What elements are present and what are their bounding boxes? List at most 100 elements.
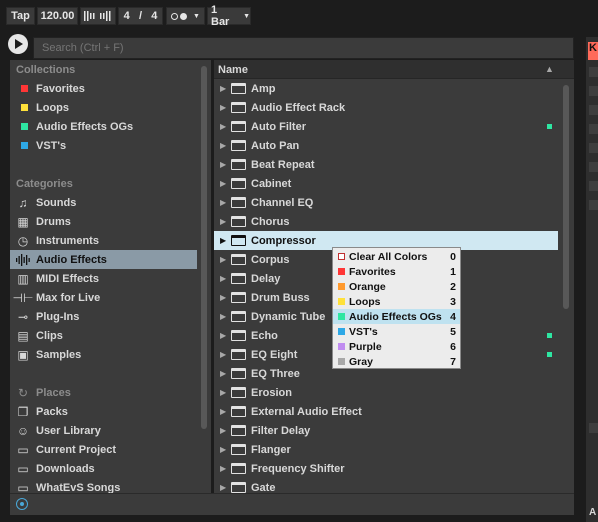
sidebar-item-plug-ins[interactable]: ⊸ Plug-Ins: [10, 307, 198, 326]
expand-triangle-icon[interactable]: ▶: [220, 331, 227, 340]
list-item[interactable]: ▶ Gate: [214, 478, 558, 493]
expand-triangle-icon[interactable]: ▶: [220, 369, 227, 378]
menu-item[interactable]: Audio Effects OGs 4: [333, 309, 460, 324]
clip-slot[interactable]: [589, 67, 598, 77]
time-signature[interactable]: 4 / 4: [118, 7, 163, 25]
expand-triangle-icon[interactable]: ▶: [220, 122, 227, 131]
color-swatch-icon: [338, 268, 345, 275]
sidebar-item-downloads[interactable]: ▭ Downloads: [10, 459, 198, 478]
expand-triangle-icon[interactable]: ▶: [220, 312, 227, 321]
menu-item[interactable]: Purple 6: [333, 339, 460, 354]
list-item[interactable]: ▶ Auto Pan: [214, 136, 558, 155]
list-item[interactable]: ▶ Channel EQ: [214, 193, 558, 212]
sidebar-item-audio-effects[interactable]: Audio Effects: [10, 250, 197, 269]
expand-triangle-icon[interactable]: ▶: [220, 255, 227, 264]
clip-slot[interactable]: [589, 86, 598, 96]
expand-triangle-icon[interactable]: ▶: [220, 350, 227, 359]
list-item[interactable]: ▶ Chorus: [214, 212, 558, 231]
sidebar-item-max-for-live[interactable]: ⊣⊢ Max for Live: [10, 288, 198, 307]
sidebar-item-label: Sounds: [36, 196, 77, 209]
expand-triangle-icon[interactable]: ▶: [220, 445, 227, 454]
list-item[interactable]: ▶ Filter Delay: [214, 421, 558, 440]
sidebar-item-label: Drums: [36, 215, 71, 228]
expand-triangle-icon[interactable]: ▶: [220, 388, 227, 397]
tempo-field[interactable]: 120.00: [37, 7, 78, 25]
column-header-name[interactable]: Name: [218, 64, 248, 76]
sidebar-scrollbar[interactable]: [201, 66, 207, 429]
folder-icon: [231, 425, 246, 436]
expand-triangle-icon[interactable]: ▶: [220, 179, 227, 188]
expand-triangle-icon[interactable]: ▶: [220, 84, 227, 93]
tempo-nudge-button[interactable]: [80, 7, 116, 25]
sidebar-item-audio-effects-ogs[interactable]: Audio Effects OGs: [10, 117, 198, 136]
expand-triangle-icon[interactable]: ▶: [220, 407, 227, 416]
preview-toggle-icon[interactable]: [16, 498, 28, 510]
menu-item[interactable]: Orange 2: [333, 279, 460, 294]
color-tag-icon: [547, 124, 552, 129]
browser-footer: [10, 493, 574, 515]
sidebar-item-sounds[interactable]: ♫ Sounds: [10, 193, 198, 212]
clip-slot[interactable]: [589, 105, 598, 115]
column-header[interactable]: Name ▲: [214, 60, 574, 79]
sidebar-item-packs[interactable]: ❐ Packs: [10, 402, 198, 421]
clip-slot[interactable]: [589, 423, 598, 433]
sidebar-item-instruments[interactable]: ◷ Instruments: [10, 231, 198, 250]
menu-item[interactable]: Clear All Colors 0: [333, 249, 460, 264]
sidebar-item-clips[interactable]: ▤ Clips: [10, 326, 198, 345]
expand-triangle-icon[interactable]: ▶: [220, 274, 227, 283]
expand-triangle-icon[interactable]: ▶: [220, 464, 227, 473]
sidebar-item-label: Instruments: [36, 234, 99, 247]
expand-triangle-icon[interactable]: ▶: [220, 217, 227, 226]
sidebar-item-label: Loops: [36, 101, 69, 114]
clip-slot[interactable]: [589, 200, 598, 210]
clip-slot[interactable]: [589, 143, 598, 153]
expand-triangle-icon[interactable]: ▶: [220, 293, 227, 302]
sidebar-item-label: Packs: [36, 405, 68, 418]
sort-ascending-icon[interactable]: ▲: [545, 64, 554, 74]
expand-triangle-icon[interactable]: ▶: [220, 198, 227, 207]
clip-slot[interactable]: [589, 181, 598, 191]
sidebar-item-vsts[interactable]: VST's: [10, 136, 198, 155]
clip-slot[interactable]: [589, 124, 598, 134]
menu-item-shortcut: 1: [450, 265, 456, 278]
list-item[interactable]: ▶ Amp: [214, 79, 558, 98]
clip-slot[interactable]: [589, 162, 598, 172]
sidebar-item-favorites[interactable]: Favorites: [10, 79, 198, 98]
sidebar-item-current-project[interactable]: ▭ Current Project: [10, 440, 198, 459]
expand-triangle-icon[interactable]: ▶: [220, 236, 227, 245]
sidebar-item-samples[interactable]: ▣ Samples: [10, 345, 198, 364]
quantize-menu[interactable]: 1 Bar ▼: [207, 4, 251, 28]
content-scrollbar[interactable]: [563, 85, 569, 309]
list-item[interactable]: ▶ External Audio Effect: [214, 402, 558, 421]
menu-item[interactable]: Loops 3: [333, 294, 460, 309]
menu-item[interactable]: Favorites 1: [333, 264, 460, 279]
time-sig-numerator[interactable]: 4: [124, 10, 130, 22]
expand-triangle-icon[interactable]: ▶: [220, 103, 227, 112]
midi-keys-icon: ▥: [17, 271, 29, 286]
expand-triangle-icon[interactable]: ▶: [220, 426, 227, 435]
tap-button[interactable]: Tap: [6, 7, 35, 25]
sidebar-item-midi-effects[interactable]: ▥ MIDI Effects: [10, 269, 198, 288]
list-item[interactable]: ▶ Beat Repeat: [214, 155, 558, 174]
sidebar-item-loops[interactable]: Loops: [10, 98, 198, 117]
list-item[interactable]: ▶ Erosion: [214, 383, 558, 402]
expand-triangle-icon[interactable]: ▶: [220, 141, 227, 150]
sidebar-item-user-library[interactable]: ☺ User Library: [10, 421, 198, 440]
menu-item[interactable]: Gray 7: [333, 354, 460, 369]
preview-play-button[interactable]: [8, 34, 28, 54]
list-item[interactable]: ▶ Frequency Shifter: [214, 459, 558, 478]
folder-icon: [231, 311, 246, 322]
list-item[interactable]: ▶ Auto Filter: [214, 117, 558, 136]
clock-icon: ◷: [17, 233, 29, 248]
time-sig-denominator[interactable]: 4: [151, 10, 157, 22]
sidebar-item-whatevs-songs[interactable]: ▭ WhatEvS Songs: [10, 478, 198, 494]
menu-item[interactable]: VST's 5: [333, 324, 460, 339]
list-item[interactable]: ▶ Cabinet: [214, 174, 558, 193]
list-item[interactable]: ▶ Audio Effect Rack: [214, 98, 558, 117]
expand-triangle-icon[interactable]: ▶: [220, 483, 227, 492]
expand-triangle-icon[interactable]: ▶: [220, 160, 227, 169]
metronome-button[interactable]: ▼: [166, 7, 205, 25]
list-item[interactable]: ▶ Flanger: [214, 440, 558, 459]
search-input[interactable]: [33, 37, 574, 59]
sidebar-item-drums[interactable]: ▦ Drums: [10, 212, 198, 231]
